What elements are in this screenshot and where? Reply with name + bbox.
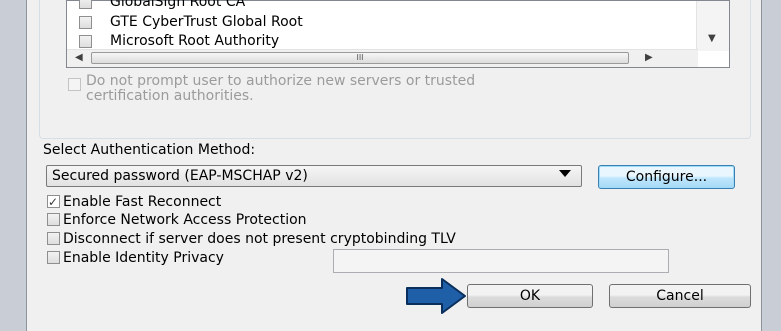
horizontal-scrollbar[interactable]: ◀ III ▶	[67, 49, 698, 67]
scroll-thumb-grip: III	[356, 53, 364, 62]
configure-button[interactable]: Configure...	[598, 165, 735, 189]
do-not-prompt-line-1: Do not prompt user to authorize new serv…	[86, 73, 476, 89]
identity-privacy-checkbox[interactable]	[47, 251, 60, 264]
enable-fast-reconnect-label: Enable Fast Reconnect	[63, 194, 222, 210]
identity-privacy-input[interactable]	[333, 249, 669, 273]
ca-checkbox[interactable]	[79, 16, 92, 29]
scroll-down-arrow-icon[interactable]: ▼	[708, 33, 716, 44]
window-frame-right	[761, 0, 781, 331]
scroll-thumb[interactable]: III	[91, 52, 629, 64]
ca-label: GTE CyberTrust Global Root	[110, 14, 303, 30]
disconnect-cryptobinding-checkbox[interactable]	[47, 232, 60, 245]
auth-method-select[interactable]: Secured password (EAP-MSCHAP v2)	[46, 165, 582, 187]
auth-method-label: Select Authentication Method:	[43, 142, 256, 158]
scroll-left-arrow-icon[interactable]: ◀	[75, 52, 83, 63]
cancel-button[interactable]: Cancel	[609, 284, 751, 308]
do-not-prompt-checkbox[interactable]	[68, 78, 81, 91]
enforce-nap-checkbox[interactable]	[47, 213, 60, 226]
ok-button[interactable]: OK	[467, 284, 593, 308]
vertical-scrollbar[interactable]: ▼	[696, 1, 729, 51]
ca-label: GlobalSign Root CA	[110, 0, 246, 10]
ca-checkbox[interactable]	[79, 35, 92, 48]
disconnect-cryptobinding-label: Disconnect if server does not present cr…	[63, 231, 456, 247]
window-frame-left	[0, 0, 27, 331]
identity-privacy-label: Enable Identity Privacy	[63, 250, 224, 266]
checkmark-icon: ✓	[48, 195, 59, 209]
ca-checkbox[interactable]	[79, 0, 92, 9]
chevron-down-icon[interactable]	[559, 170, 571, 177]
trusted-root-ca-list[interactable]: GlobalSign Root CA GTE CyberTrust Global…	[66, 0, 730, 68]
enforce-nap-label: Enforce Network Access Protection	[63, 212, 307, 228]
auth-method-selected-value: Secured password (EAP-MSCHAP v2)	[52, 168, 308, 184]
do-not-prompt-line-2: certification authorities.	[86, 88, 254, 104]
pointer-arrow-icon	[406, 278, 466, 314]
enable-fast-reconnect-checkbox[interactable]: ✓	[47, 195, 60, 209]
scroll-right-arrow-icon[interactable]: ▶	[645, 52, 653, 63]
do-not-prompt-label: Do not prompt user to authorize new serv…	[86, 74, 475, 104]
ca-label: Microsoft Root Authority	[110, 33, 280, 49]
pointer-arrow-shape	[406, 278, 466, 314]
